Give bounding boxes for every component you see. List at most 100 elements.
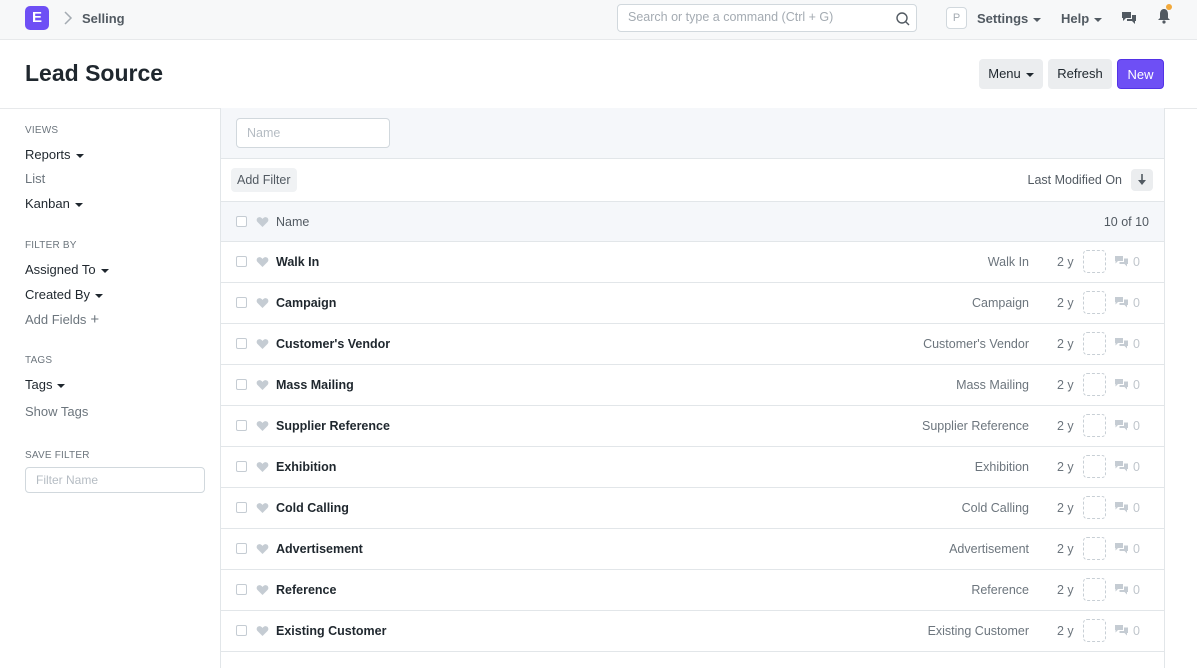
- comment-icon: [1115, 625, 1128, 636]
- refresh-button[interactable]: Refresh: [1048, 59, 1112, 89]
- sidebar-item-assigned-to[interactable]: Assigned To: [25, 262, 109, 277]
- filter-name-input[interactable]: [36, 473, 196, 487]
- comment-count: 0: [1133, 542, 1140, 556]
- row-checkbox[interactable]: [236, 584, 247, 595]
- heart-icon[interactable]: [256, 461, 269, 473]
- new-button[interactable]: New: [1117, 59, 1164, 89]
- row-checkbox[interactable]: [236, 256, 247, 267]
- assign-avatar-placeholder[interactable]: [1083, 373, 1106, 396]
- assign-avatar-placeholder[interactable]: [1083, 414, 1106, 437]
- app-logo[interactable]: E: [25, 6, 49, 30]
- list-row[interactable]: Cold Calling Cold Calling 2 y 0: [221, 488, 1164, 529]
- navbar: E Selling P Settings Help: [0, 0, 1197, 40]
- breadcrumb-selling[interactable]: Selling: [82, 11, 125, 26]
- page-title: Lead Source: [25, 60, 164, 86]
- sidebar-item-list[interactable]: List: [25, 171, 45, 186]
- assign-avatar-placeholder[interactable]: [1083, 578, 1106, 601]
- row-title[interactable]: Supplier Reference: [276, 419, 390, 433]
- name-filter-box[interactable]: [236, 118, 390, 148]
- heart-icon[interactable]: [256, 338, 269, 350]
- reports-label: Reports: [25, 147, 71, 162]
- assign-avatar-placeholder[interactable]: [1083, 250, 1106, 273]
- list-row[interactable]: Advertisement Advertisement 2 y 0: [221, 529, 1164, 570]
- assign-avatar-placeholder[interactable]: [1083, 496, 1106, 519]
- caret-down-icon: [1094, 17, 1103, 22]
- row-checkbox[interactable]: [236, 461, 247, 472]
- row-checkbox[interactable]: [236, 297, 247, 308]
- heart-icon[interactable]: [256, 216, 269, 228]
- assign-avatar-placeholder[interactable]: [1083, 291, 1106, 314]
- heart-icon[interactable]: [256, 379, 269, 391]
- row-title[interactable]: Reference: [276, 583, 336, 597]
- row-modified: 2 y: [1057, 583, 1074, 597]
- row-checkbox[interactable]: [236, 420, 247, 431]
- assign-avatar-placeholder[interactable]: [1083, 537, 1106, 560]
- help-dropdown[interactable]: Help: [1061, 11, 1103, 26]
- row-checkbox[interactable]: [236, 543, 247, 554]
- comment-icon: [1115, 543, 1128, 554]
- row-title[interactable]: Mass Mailing: [276, 378, 354, 392]
- row-checkbox[interactable]: [236, 379, 247, 390]
- sidebar-item-reports[interactable]: Reports: [25, 147, 84, 162]
- show-tags-link[interactable]: Show Tags: [25, 404, 88, 419]
- views-heading: VIEWS: [25, 125, 59, 136]
- row-title[interactable]: Cold Calling: [276, 501, 349, 515]
- comment-count: 0: [1133, 296, 1140, 310]
- list-row[interactable]: Reference Reference 2 y 0: [221, 570, 1164, 611]
- heart-icon[interactable]: [256, 297, 269, 309]
- heart-icon[interactable]: [256, 256, 269, 268]
- heart-icon[interactable]: [256, 584, 269, 596]
- comment-count: 0: [1133, 460, 1140, 474]
- add-fields-button[interactable]: Add Fields +: [25, 311, 99, 328]
- search-icon[interactable]: [895, 11, 911, 27]
- row-checkbox[interactable]: [236, 502, 247, 513]
- assign-avatar-placeholder[interactable]: [1083, 455, 1106, 478]
- assign-avatar-placeholder[interactable]: [1083, 619, 1106, 642]
- menu-label: Menu: [988, 66, 1021, 81]
- tags-heading: TAGS: [25, 355, 53, 366]
- chat-icon[interactable]: [1121, 10, 1137, 26]
- menu-button[interactable]: Menu: [979, 59, 1043, 89]
- settings-dropdown[interactable]: Settings: [977, 11, 1042, 26]
- row-checkbox[interactable]: [236, 625, 247, 636]
- row-title[interactable]: Advertisement: [276, 542, 363, 556]
- row-modified: 2 y: [1057, 542, 1074, 556]
- row-title[interactable]: Existing Customer: [276, 624, 386, 638]
- sidebar-item-kanban[interactable]: Kanban: [25, 196, 83, 211]
- assign-avatar-placeholder[interactable]: [1083, 332, 1106, 355]
- name-filter-input[interactable]: [247, 126, 377, 140]
- heart-icon[interactable]: [256, 625, 269, 637]
- filter-name-box[interactable]: [25, 467, 205, 493]
- row-title[interactable]: Exhibition: [276, 460, 336, 474]
- sidebar-item-tags[interactable]: Tags: [25, 377, 66, 392]
- list-row[interactable]: Supplier Reference Supplier Reference 2 …: [221, 406, 1164, 447]
- comment-icon: [1115, 420, 1128, 431]
- row-title[interactable]: Campaign: [276, 296, 336, 310]
- bell-icon[interactable]: [1157, 8, 1171, 24]
- list-row[interactable]: Existing Customer Existing Customer 2 y …: [221, 611, 1164, 652]
- list-row[interactable]: Mass Mailing Mass Mailing 2 y 0: [221, 365, 1164, 406]
- row-title[interactable]: Walk In: [276, 255, 319, 269]
- row-modified: 2 y: [1057, 624, 1074, 638]
- heart-icon[interactable]: [256, 420, 269, 432]
- filter-by-heading: FILTER BY: [25, 240, 77, 251]
- list-row[interactable]: Exhibition Exhibition 2 y 0: [221, 447, 1164, 488]
- list-row[interactable]: Customer's Vendor Customer's Vendor 2 y …: [221, 324, 1164, 365]
- sort-selector[interactable]: Last Modified On: [1028, 173, 1123, 187]
- sort-arrow-icon: [1138, 174, 1146, 185]
- list-row[interactable]: Campaign Campaign 2 y 0: [221, 283, 1164, 324]
- row-checkbox[interactable]: [236, 338, 247, 349]
- list-row[interactable]: Walk In Walk In 2 y 0: [221, 242, 1164, 283]
- search-box[interactable]: [617, 4, 917, 32]
- comment-count: 0: [1133, 501, 1140, 515]
- heart-icon[interactable]: [256, 502, 269, 514]
- sort-order-button[interactable]: [1131, 169, 1153, 191]
- heart-icon[interactable]: [256, 543, 269, 555]
- search-input[interactable]: [628, 10, 888, 24]
- add-filter-button[interactable]: Add Filter: [231, 168, 297, 192]
- sidebar-item-created-by[interactable]: Created By: [25, 287, 104, 302]
- avatar[interactable]: P: [946, 7, 967, 29]
- row-title[interactable]: Customer's Vendor: [276, 337, 390, 351]
- select-all-checkbox[interactable]: [236, 216, 247, 227]
- chevron-right-icon: [64, 11, 73, 25]
